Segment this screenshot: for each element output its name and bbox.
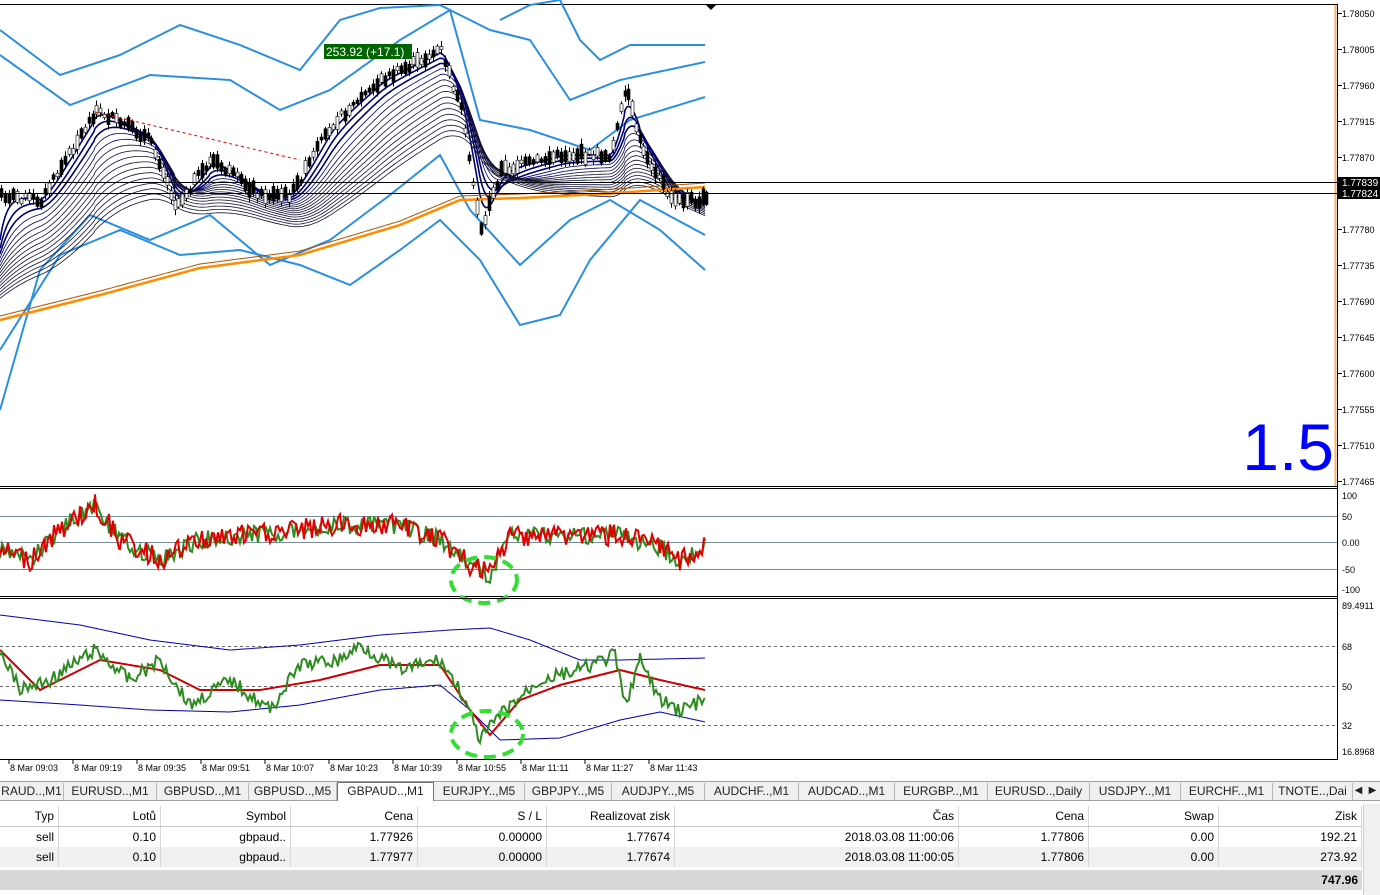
chart-tab[interactable]: GBPUSD..,M5	[249, 783, 337, 800]
col-price-open[interactable]: Cena	[290, 806, 418, 827]
price-tag-upper: 1.77839	[1342, 178, 1379, 189]
col-sl[interactable]: S / L	[417, 806, 547, 827]
chart-tab[interactable]: AUDJPY..,M5	[612, 783, 705, 800]
osc1-axis-label: -50	[1342, 565, 1355, 575]
col-time[interactable]: Čas	[674, 806, 959, 827]
chart-tab[interactable]: EURUSD..,M1	[64, 783, 157, 800]
osc2-axis-label: 32	[1342, 721, 1352, 731]
time-axis-label: 8 Mar 09:35	[138, 763, 186, 773]
trade-sl: 0.00000	[417, 847, 547, 867]
trade-profit: 273.92	[1218, 847, 1362, 867]
time-axis-label: 8 Mar 11:43	[650, 763, 697, 773]
price-axis-label: 1.77780	[1342, 225, 1375, 235]
price-axis-label: 1.77600	[1342, 369, 1375, 379]
trade-time: 2018.03.08 11:00:05	[674, 847, 959, 867]
chart-area[interactable]: 1.78050 1.78005 1.77960 1.77915 1.77870 1.778…	[0, 0, 1380, 781]
osc2-axis-label: 50	[1342, 682, 1352, 692]
price-axis-label: 1.77510	[1342, 441, 1375, 451]
trade-current-price: 1.77806	[958, 847, 1089, 867]
trade-row[interactable]: sell 0.10 gbpaud.. 1.77926 0.00000 1.776…	[0, 826, 1362, 847]
osc2-axis-label: 68	[1342, 642, 1352, 652]
trades-table: Typ Lotů Symbol Cena S / L Realizovat zi…	[0, 806, 1362, 867]
trade-open-price: 1.77977	[290, 847, 418, 867]
trades-scrollbar[interactable]	[1363, 804, 1380, 895]
time-axis-label: 8 Mar 11:27	[586, 763, 633, 773]
time-axis-label: 8 Mar 10:39	[394, 763, 442, 773]
time-axis-label: 8 Mar 10:07	[266, 763, 314, 773]
osc1-axis-label: -100	[1342, 585, 1360, 595]
trade-time: 2018.03.08 11:00:06	[674, 826, 959, 847]
price-tag-lower: 1.77824	[1342, 189, 1379, 200]
time-axis-label: 8 Mar 09:51	[202, 763, 250, 773]
trade-lots: 0.10	[58, 826, 161, 847]
profit-label: 253.92 (+17.1)	[326, 45, 404, 59]
time-axis-label: 8 Mar 10:55	[458, 763, 506, 773]
osc1-axis-label: 0.00	[1342, 538, 1360, 548]
trade-lots: 0.10	[58, 847, 161, 867]
trade-symbol: gbpaud..	[160, 826, 291, 847]
chart-tab[interactable]: TNOTE..,Dai	[1273, 783, 1353, 800]
chart-tab[interactable]: EURGBP..,M1	[895, 783, 988, 800]
chart-tab[interactable]: EURJPY..,M5	[434, 783, 525, 800]
total-row: 747.96	[0, 870, 1362, 890]
trade-type: sell	[0, 847, 59, 867]
col-lots[interactable]: Lotů	[58, 806, 161, 827]
price-axis-label: 1.77690	[1342, 297, 1375, 307]
col-profit[interactable]: Zisk	[1218, 806, 1362, 827]
trade-current-price: 1.77806	[958, 826, 1089, 847]
time-axis-label: 8 Mar 10:23	[330, 763, 378, 773]
price-axis-label: 1.77465	[1342, 477, 1375, 487]
trade-swap: 0.00	[1088, 826, 1219, 847]
price-axis-label: 1.77960	[1342, 81, 1375, 91]
chart-tab[interactable]: AUDCHF..,M1	[705, 783, 799, 800]
trade-swap: 0.00	[1088, 847, 1219, 867]
price-axis-label: 1.77915	[1342, 117, 1375, 127]
trade-open-price: 1.77926	[290, 826, 418, 847]
chart-tab[interactable]: GBPAUD..,M1	[337, 782, 434, 801]
chart-tab[interactable]: AUDCAD..,M1	[799, 783, 895, 800]
time-axis-label: 8 Mar 11:11	[522, 763, 569, 773]
chart-tab[interactable]: EURCHF..,M1	[1181, 783, 1273, 800]
col-typ[interactable]: Typ	[0, 806, 59, 827]
price-axis-label: 1.78050	[1342, 9, 1375, 19]
arrow-right-icon[interactable]: ▶	[1366, 783, 1379, 799]
trade-tp: 1.77674	[546, 847, 675, 867]
trade-type: sell	[0, 826, 59, 847]
col-symbol[interactable]: Symbol	[160, 806, 291, 827]
total-profit: 747.96	[1321, 873, 1358, 887]
price-axis-label: 1.77645	[1342, 333, 1375, 343]
col-price-current[interactable]: Cena	[958, 806, 1089, 827]
osc2-axis-label: 16.8968	[1342, 747, 1375, 757]
chart-tab[interactable]: GBPUSD..,M1	[157, 783, 249, 800]
chart-tab[interactable]: RAUD..,M1	[0, 783, 64, 800]
chart-tab-bar: RAUD..,M1 EURUSD..,M1 GBPUSD..,M1 GBPUSD..,…	[0, 781, 1380, 801]
col-swap[interactable]: Swap	[1088, 806, 1219, 827]
osc1-axis-label: 50	[1342, 512, 1352, 522]
osc2-axis-label: 89.4911	[1342, 601, 1374, 611]
price-axis-label: 1.77735	[1342, 261, 1375, 271]
trade-sl: 0.00000	[417, 826, 547, 847]
time-axis-label: 8 Mar 09:19	[74, 763, 122, 773]
chart-tab[interactable]: EURUSD..,Daily	[988, 783, 1090, 800]
trade-profit: 192.21	[1218, 826, 1362, 847]
arrow-left-icon[interactable]: ◀	[1352, 783, 1365, 799]
trades-header-row: Typ Lotů Symbol Cena S / L Realizovat zi…	[0, 806, 1362, 827]
trade-symbol: gbpaud..	[160, 847, 291, 867]
trade-row[interactable]: sell 0.10 gbpaud.. 1.77977 0.00000 1.776…	[0, 847, 1362, 867]
trade-tp: 1.77674	[546, 826, 675, 847]
price-axis-label: 1.77555	[1342, 405, 1375, 415]
time-axis-label: 8 Mar 09:03	[10, 763, 58, 773]
chart-tab[interactable]: GBPJPY..,M5	[525, 783, 612, 800]
chart-tab[interactable]: USDJPY..,M1	[1090, 783, 1181, 800]
osc1-axis-label: 100	[1342, 491, 1357, 501]
price-axis-label: 1.77870	[1342, 153, 1375, 163]
col-tp[interactable]: Realizovat zisk	[546, 806, 675, 827]
big-label: 1.5	[1242, 410, 1334, 484]
price-axis-label: 1.78005	[1342, 45, 1375, 55]
